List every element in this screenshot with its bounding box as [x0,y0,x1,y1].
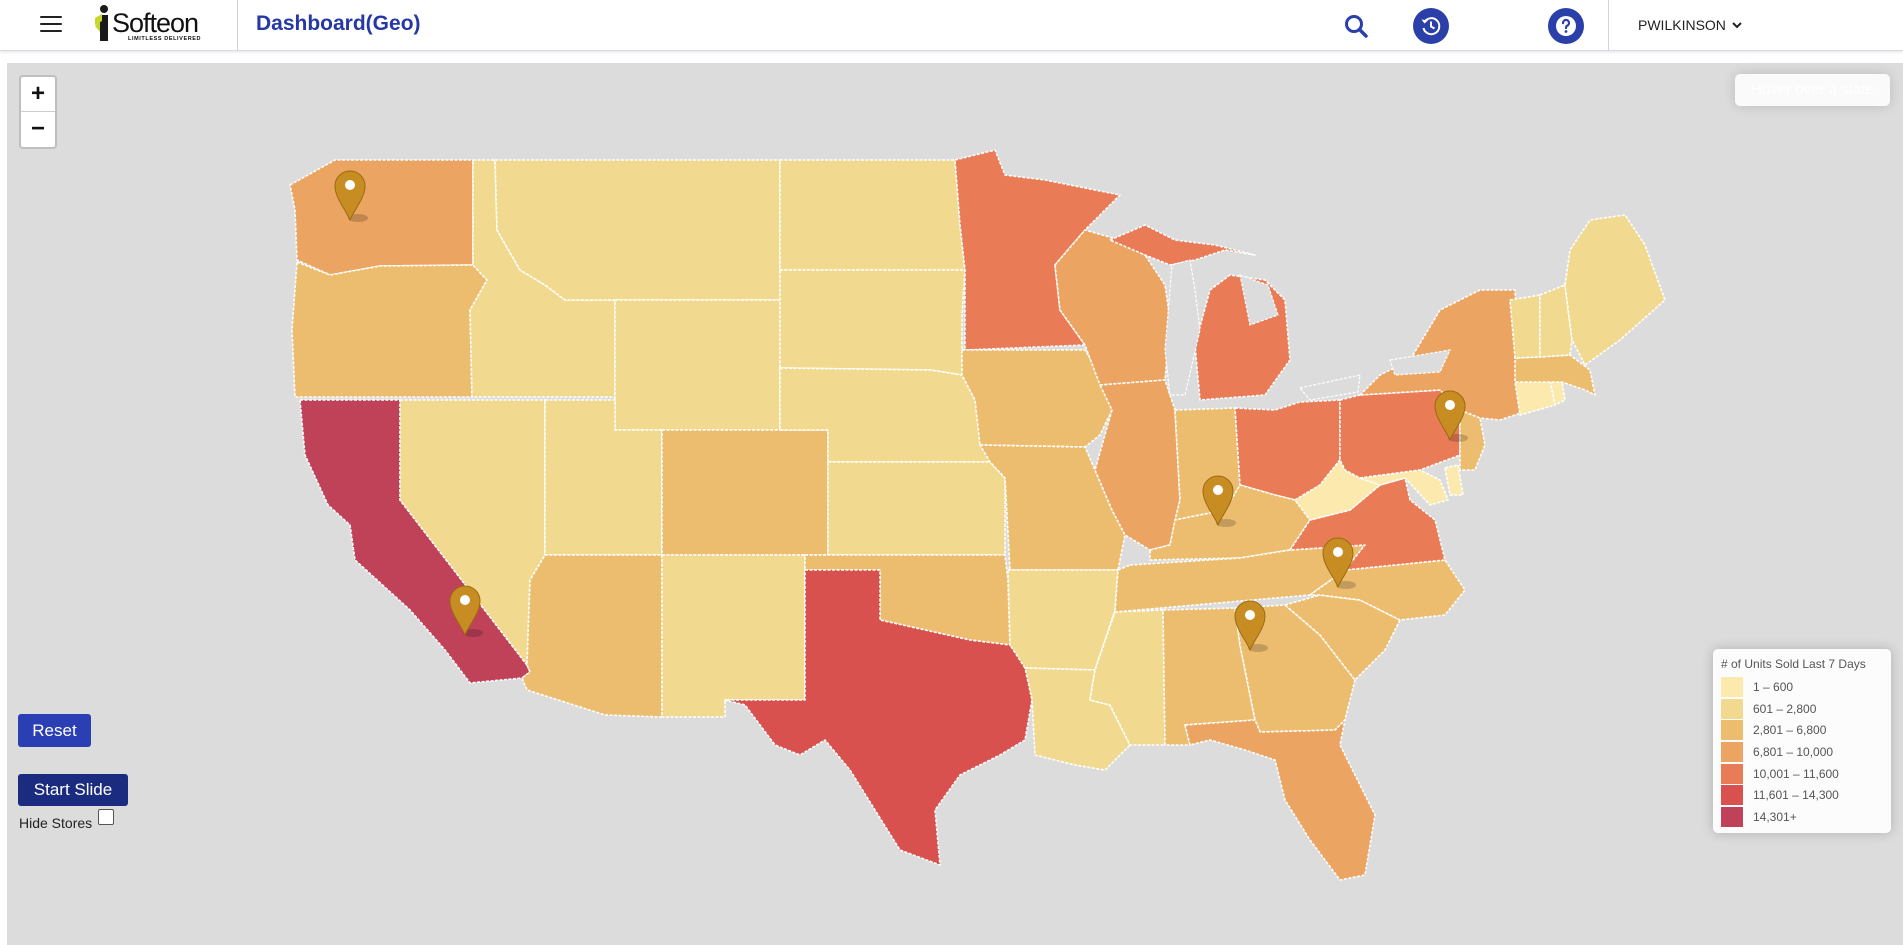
us-choropleth-map[interactable] [7,63,1903,945]
history-icon [1421,17,1441,36]
search-icon[interactable] [1343,13,1369,39]
brand-tagline: LIMITLESS DELIVERED [128,36,202,42]
reset-button[interactable]: Reset [18,714,91,747]
legend-label: 1 – 600 [1753,679,1794,694]
legend-label: 6,801 – 10,000 [1753,744,1834,759]
zoom-control: + − [19,75,57,149]
user-menu[interactable]: PWILKINSON [1638,17,1743,33]
state-oregon[interactable] [291,261,488,398]
legend-swatch [1721,720,1743,741]
state-kansas[interactable] [827,461,1006,556]
legend-swatch [1721,763,1743,784]
legend-label: 10,001 – 11,600 [1753,766,1839,781]
start-slide-button[interactable]: Start Slide [18,774,128,806]
legend-item: 601 – 2,800 [1721,698,1883,720]
legend-label: 601 – 2,800 [1753,701,1817,716]
header-divider [1608,0,1609,51]
page-title: Dashboard(Geo) [256,12,421,35]
legend-swatch [1721,676,1743,697]
legend-swatch [1721,806,1743,827]
legend-item: 6,801 – 10,000 [1721,741,1883,763]
history-button[interactable] [1413,8,1449,44]
header-divider [237,0,238,51]
legend-swatch [1721,698,1743,719]
help-button[interactable] [1548,8,1584,44]
legend-item: 11,601 – 14,300 [1721,784,1883,806]
map-area[interactable]: + − Hover over a state Reset Start Slide… [7,63,1903,945]
state-connecticut[interactable] [1514,379,1556,416]
state-south-dakota[interactable] [779,269,966,376]
state-new-mexico[interactable] [661,554,806,718]
legend-item: 14,301+ [1721,806,1883,828]
legend-label: 11,601 – 14,300 [1753,788,1839,803]
legend-item: 10,001 – 11,600 [1721,763,1883,785]
legend-label: 2,801 – 6,800 [1753,723,1827,738]
brand-name: Softeon [112,8,199,38]
user-name: PWILKINSON [1638,17,1726,33]
hover-info-box: Hover over a state [1735,74,1890,106]
state-north-dakota[interactable] [779,159,966,271]
state-wyoming[interactable] [614,299,781,431]
zoom-in-button[interactable]: + [21,77,55,112]
state-arizona[interactable] [521,554,663,718]
state-montana[interactable] [494,159,781,301]
map-legend: # of Units Sold Last 7 Days 1 – 600 601 –… [1713,649,1891,833]
chevron-down-icon [1732,22,1742,29]
legend-title: # of Units Sold Last 7 Days [1721,657,1866,671]
legend-label: 14,301+ [1753,809,1797,824]
state-colorado[interactable] [661,429,829,556]
help-icon [1556,16,1576,36]
top-bar: Softeon LIMITLESS DELIVERED Dashboard(Ge… [0,0,1903,51]
state-maine[interactable] [1564,214,1666,366]
menu-icon[interactable] [40,16,62,34]
hide-stores-checkbox[interactable] [98,809,114,825]
state-vermont[interactable] [1509,294,1541,359]
legend-item: 2,801 – 6,800 [1721,719,1883,741]
legend-swatch [1721,741,1743,762]
legend-swatch [1721,785,1743,806]
state-iowa[interactable] [961,349,1113,448]
zoom-out-button[interactable]: − [21,112,55,147]
state-washington[interactable] [289,159,474,276]
state-florida[interactable] [1184,719,1376,881]
legend-item: 1 – 600 [1721,676,1883,698]
hide-stores-label: Hide Stores [19,815,93,831]
